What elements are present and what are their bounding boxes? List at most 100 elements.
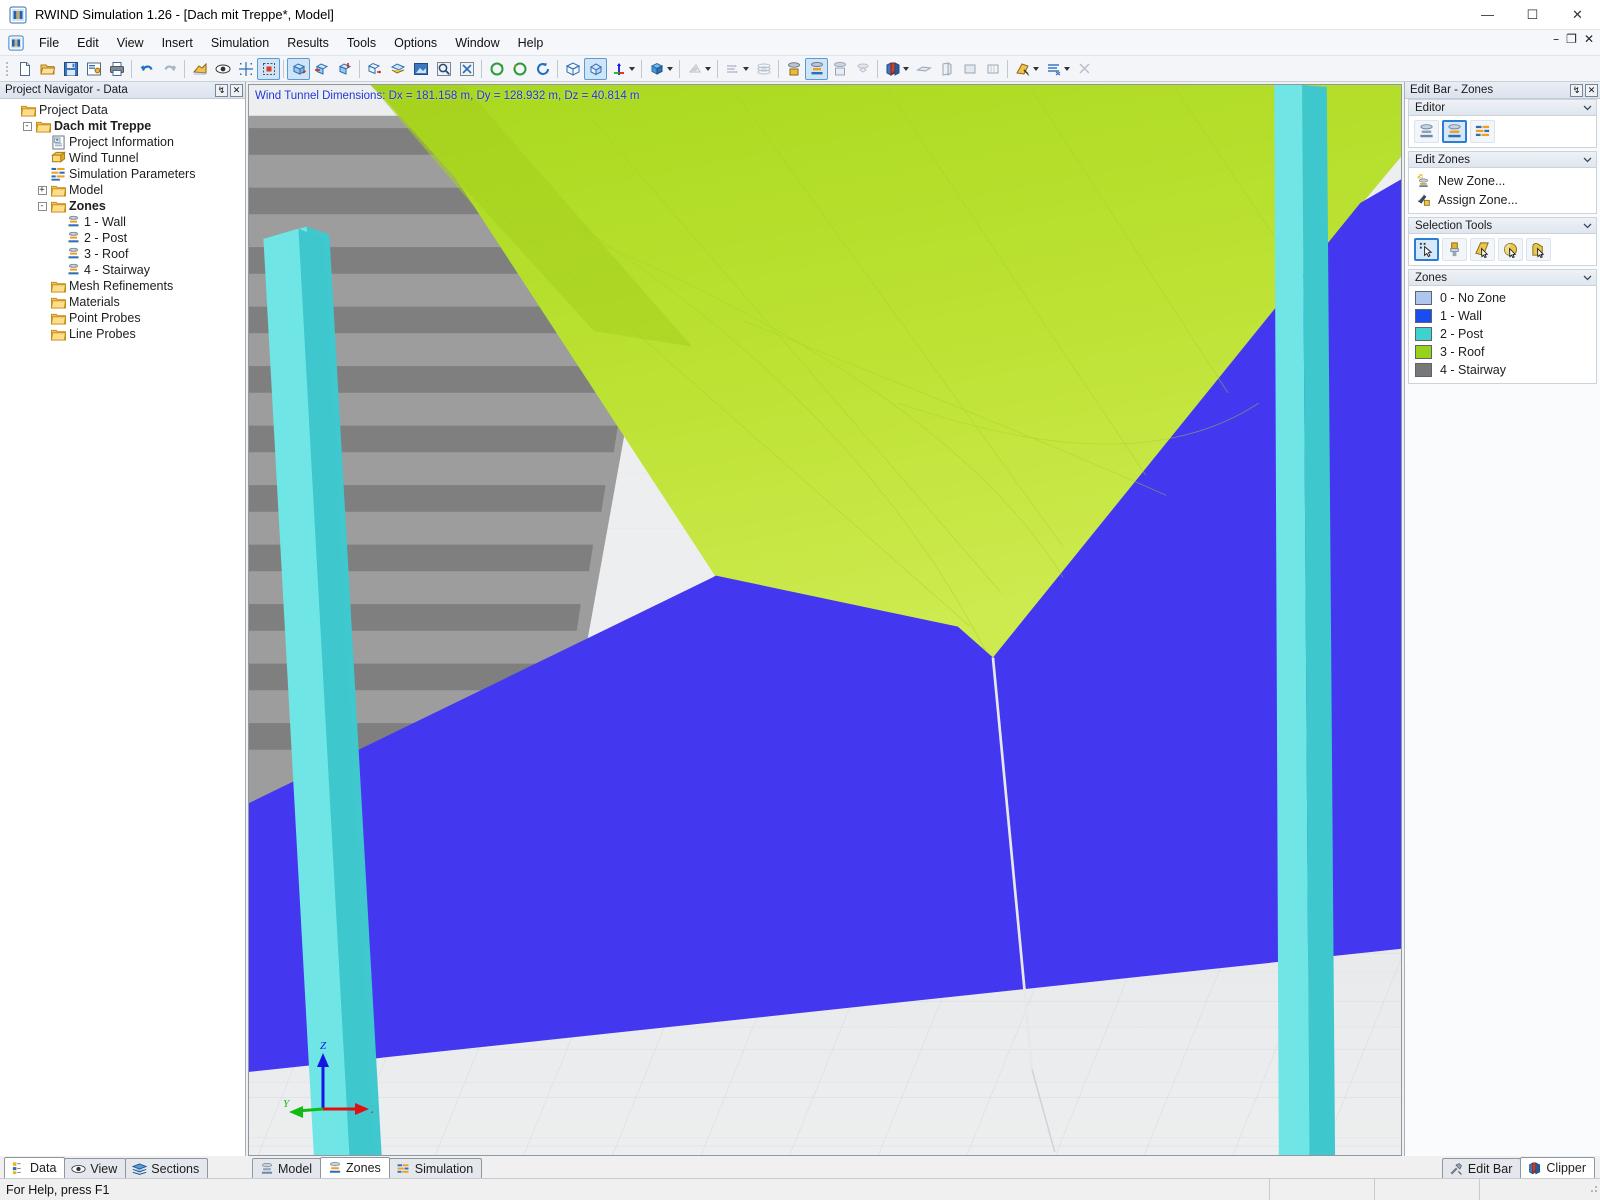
tree-item-simulation-parameters[interactable]: Simulation Parameters bbox=[4, 166, 245, 182]
tree-item-dach-mit-treppe[interactable]: - Dach mit Treppe bbox=[4, 118, 245, 134]
select-sphere-icon[interactable] bbox=[1498, 238, 1523, 261]
menu-window[interactable]: Window bbox=[446, 33, 508, 53]
mdi-minimize-button[interactable]: – bbox=[1553, 33, 1559, 45]
close-icon[interactable]: ✕ bbox=[230, 83, 243, 97]
tree-item-line-probes[interactable]: Line Probes bbox=[4, 326, 245, 342]
zoom-icon[interactable] bbox=[432, 58, 455, 80]
pan-view-icon[interactable] bbox=[386, 58, 409, 80]
save-icon[interactable] bbox=[59, 58, 82, 80]
editor-zones-icon[interactable] bbox=[1442, 120, 1467, 143]
tree-item-project-information[interactable]: Project Information bbox=[4, 134, 245, 150]
surface-wire-icon[interactable] bbox=[981, 58, 1004, 80]
select-brush-icon[interactable] bbox=[1442, 238, 1467, 261]
open-folder-icon[interactable] bbox=[36, 58, 59, 80]
tab-simulation[interactable]: Simulation bbox=[388, 1158, 483, 1178]
tree-item-materials[interactable]: Materials bbox=[4, 294, 245, 310]
zone-list-item[interactable]: 3 - Roof bbox=[1409, 343, 1596, 361]
menu-help[interactable]: Help bbox=[509, 33, 553, 53]
expand-icon[interactable]: + bbox=[34, 182, 50, 198]
zoom-fit-icon[interactable] bbox=[455, 58, 478, 80]
transparency-icon[interactable] bbox=[683, 58, 714, 80]
results-view-icon[interactable] bbox=[828, 58, 851, 80]
select-pointer-icon[interactable] bbox=[1414, 238, 1439, 261]
solid-model-icon[interactable] bbox=[645, 58, 676, 80]
snap-grid-icon[interactable] bbox=[234, 58, 257, 80]
tab-data[interactable]: Data bbox=[4, 1157, 66, 1178]
model-view-icon[interactable] bbox=[782, 58, 805, 80]
toolbar-grip[interactable] bbox=[4, 59, 11, 78]
tree-item-1-wall[interactable]: 1 - Wall bbox=[4, 214, 245, 230]
tab-edit-bar[interactable]: Edit Bar bbox=[1441, 1158, 1522, 1178]
tree-item-project-data[interactable]: Project Data bbox=[4, 102, 245, 118]
zones-group-header[interactable]: Zones bbox=[1409, 270, 1596, 286]
render-quality-icon[interactable] bbox=[188, 58, 211, 80]
mdi-close-button[interactable]: ✕ bbox=[1584, 33, 1594, 45]
zone-paint-icon[interactable] bbox=[1011, 58, 1042, 80]
chevron-down-icon[interactable] bbox=[1582, 102, 1593, 113]
chevron-down-icon[interactable] bbox=[1582, 272, 1593, 283]
menu-file[interactable]: File bbox=[30, 33, 68, 53]
rotate-left-icon[interactable] bbox=[485, 58, 508, 80]
tree-item-mesh-refinements[interactable]: Mesh Refinements bbox=[4, 278, 245, 294]
pin-icon[interactable]: ↯ bbox=[1570, 83, 1583, 97]
rotate-view-x-icon[interactable] bbox=[310, 58, 333, 80]
menu-view[interactable]: View bbox=[108, 33, 153, 53]
zone-list-item[interactable]: 2 - Post bbox=[1409, 325, 1596, 343]
tab-zones[interactable]: Zones bbox=[320, 1157, 390, 1178]
selection-tools-group-header[interactable]: Selection Tools bbox=[1409, 218, 1596, 234]
section-cut-icon[interactable] bbox=[1042, 58, 1073, 80]
rotate-view-y-icon[interactable] bbox=[333, 58, 356, 80]
new-file-icon[interactable] bbox=[13, 58, 36, 80]
flow-lines-icon[interactable] bbox=[721, 58, 752, 80]
chevron-down-icon[interactable] bbox=[1582, 220, 1593, 231]
axis-display-icon[interactable] bbox=[607, 58, 638, 80]
project-info-icon[interactable] bbox=[82, 58, 105, 80]
select-region-icon[interactable] bbox=[1526, 238, 1551, 261]
undo-icon[interactable] bbox=[135, 58, 158, 80]
zone-list-item[interactable]: 0 - No Zone bbox=[1409, 289, 1596, 307]
maximize-button[interactable]: ☐ bbox=[1510, 0, 1555, 30]
surface-flat-icon[interactable] bbox=[912, 58, 935, 80]
section-tool-icon[interactable] bbox=[1073, 58, 1096, 80]
zoom-window-icon[interactable] bbox=[409, 58, 432, 80]
visibility-icon[interactable] bbox=[211, 58, 234, 80]
tab-view[interactable]: View bbox=[64, 1158, 127, 1178]
collapse-icon[interactable]: - bbox=[19, 118, 35, 134]
tab-model[interactable]: Model bbox=[252, 1158, 322, 1178]
chevron-down-icon[interactable] bbox=[1582, 154, 1593, 165]
menu-simulation[interactable]: Simulation bbox=[202, 33, 278, 53]
tree-item-model[interactable]: + Model bbox=[4, 182, 245, 198]
tree-item-wind-tunnel[interactable]: Wind Tunnel bbox=[4, 150, 245, 166]
rotate-view-icon[interactable] bbox=[287, 57, 310, 80]
refresh-view-icon[interactable] bbox=[531, 58, 554, 80]
perspective-view-icon[interactable] bbox=[584, 57, 607, 80]
tree-item-zones[interactable]: - Zones bbox=[4, 198, 245, 214]
menu-results[interactable]: Results bbox=[278, 33, 338, 53]
tab-sections[interactable]: Sections bbox=[125, 1158, 209, 1178]
clipper-box-icon[interactable] bbox=[881, 58, 912, 80]
pin-icon[interactable]: ↯ bbox=[215, 83, 228, 97]
redo-icon[interactable] bbox=[158, 58, 181, 80]
mdi-restore-button[interactable]: ❐ bbox=[1566, 33, 1577, 45]
mesh-view-icon[interactable] bbox=[851, 58, 874, 80]
selection-box-icon[interactable] bbox=[257, 57, 280, 80]
editor-params-icon[interactable] bbox=[1470, 120, 1495, 143]
editor-group-header[interactable]: Editor bbox=[1409, 100, 1596, 116]
editor-model-icon[interactable] bbox=[1414, 120, 1439, 143]
surface-side-icon[interactable] bbox=[935, 58, 958, 80]
print-icon[interactable] bbox=[105, 58, 128, 80]
iso-surface-icon[interactable] bbox=[752, 58, 775, 80]
close-icon[interactable]: ✕ bbox=[1585, 83, 1598, 97]
tree-item-4-stairway[interactable]: 4 - Stairway bbox=[4, 262, 245, 278]
close-button[interactable]: ✕ bbox=[1555, 0, 1600, 30]
tab-clipper[interactable]: Clipper bbox=[1520, 1157, 1595, 1178]
select-surface-icon[interactable] bbox=[1470, 238, 1495, 261]
tree-item-point-probes[interactable]: Point Probes bbox=[4, 310, 245, 326]
menu-tools[interactable]: Tools bbox=[338, 33, 385, 53]
zone-list-item[interactable]: 4 - Stairway bbox=[1409, 361, 1596, 379]
edit-zones-group-header[interactable]: Edit Zones bbox=[1409, 152, 1596, 168]
new-zone-command[interactable]: New Zone... bbox=[1409, 171, 1596, 190]
zones-view-icon[interactable] bbox=[805, 57, 828, 80]
surface-solid-icon[interactable] bbox=[958, 58, 981, 80]
minimize-button[interactable]: — bbox=[1465, 0, 1510, 30]
